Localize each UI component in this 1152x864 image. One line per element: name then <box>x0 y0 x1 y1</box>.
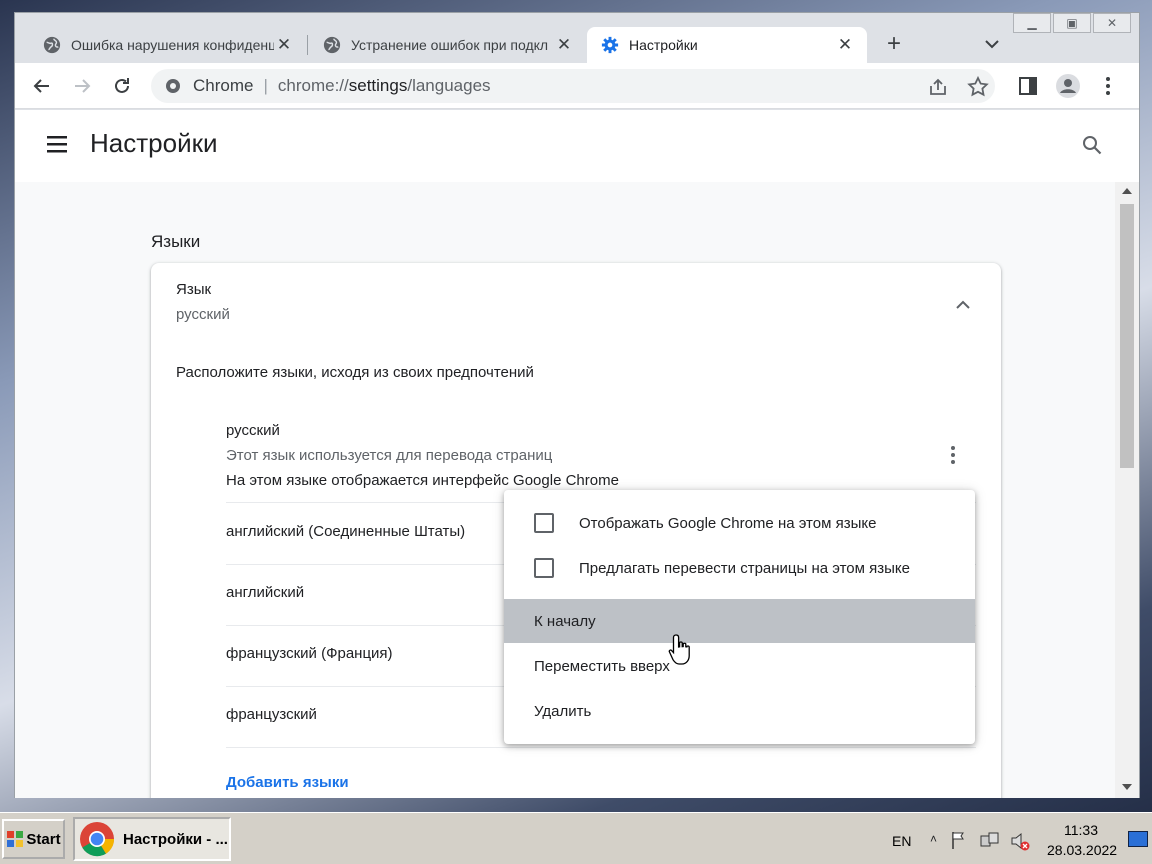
new-tab-button[interactable]: + <box>881 31 907 57</box>
profile-avatar-icon[interactable] <box>1055 73 1081 99</box>
flag-icon[interactable] <box>950 831 970 849</box>
checkbox[interactable] <box>534 513 554 533</box>
reorder-hint: Расположите языки, исходя из своих предп… <box>176 364 534 381</box>
tab-strip: Ошибка нарушения конфиденц ✕ Устранение … <box>15 13 1139 63</box>
language-name: английский (Соединенные Штаты) <box>226 523 466 540</box>
forward-arrow-icon[interactable] <box>69 73 95 99</box>
clock-time[interactable]: 11:33 <box>1064 822 1098 838</box>
more-menu-icon[interactable] <box>1095 73 1121 99</box>
maximize-button[interactable]: ▣ <box>1053 13 1091 33</box>
divider: | <box>263 76 268 95</box>
tab-title: Устранение ошибок при подкл <box>351 37 549 53</box>
bookmark-star-icon[interactable] <box>967 76 989 98</box>
scrollbar[interactable] <box>1115 182 1139 798</box>
scroll-up-arrow-icon[interactable] <box>1122 188 1132 194</box>
tab-privacy-error[interactable]: Ошибка нарушения конфиденц ✕ <box>29 27 306 63</box>
menu-checkbox-offer-translate[interactable]: Предлагать перевести страницы на этом яз… <box>504 546 975 590</box>
language-ui-note: На этом языке отображается интерфейс Goo… <box>226 472 619 489</box>
keyboard-language[interactable]: EN <box>892 833 911 849</box>
share-icon[interactable] <box>927 76 949 98</box>
page-title: Настройки <box>90 128 218 158</box>
menu-item-remove[interactable]: Удалить <box>504 689 975 733</box>
side-panel-icon[interactable] <box>1015 73 1041 99</box>
network-icon[interactable] <box>980 831 1002 851</box>
url-host: settings <box>348 76 408 95</box>
start-label: Start <box>26 830 61 848</box>
scheme-label: Chrome <box>193 76 254 95</box>
search-icon[interactable] <box>1081 134 1103 156</box>
scroll-thumb[interactable] <box>1120 204 1134 468</box>
globe-icon <box>43 36 61 54</box>
minimize-button[interactable]: ▁ <box>1013 13 1051 33</box>
clock-date[interactable]: 28.03.2022 <box>1047 842 1117 858</box>
volume-muted-icon[interactable] <box>1010 831 1032 851</box>
scroll-down-arrow-icon[interactable] <box>1122 784 1132 790</box>
checkbox[interactable] <box>534 558 554 578</box>
show-desktop-icon[interactable] <box>1128 831 1148 847</box>
section-title: Языки <box>151 232 201 251</box>
chrome-logo-icon <box>166 79 180 93</box>
window-controls: ▁ ▣ ✕ <box>1011 13 1131 33</box>
reload-icon[interactable] <box>109 73 135 99</box>
taskbar-window-label: Настройки - ... <box>123 830 228 848</box>
url-prefix: chrome:// <box>277 76 349 95</box>
tab-title: Ошибка нарушения конфиденц <box>71 37 274 53</box>
settings-header: Настройки <box>15 110 1139 182</box>
url-path: /languages <box>407 76 491 95</box>
menu-checkbox-display-ui[interactable]: Отображать Google Chrome на этом языке <box>504 501 975 545</box>
language-heading: Язык <box>176 281 212 298</box>
language-context-menu: Отображать Google Chrome на этом языке П… <box>504 490 975 744</box>
system-tray: EN ˄ 11:33 28.03.2022 <box>880 817 1150 861</box>
more-actions-icon[interactable] <box>941 443 965 467</box>
tab-separator <box>307 35 308 55</box>
menu-item-label: Отображать Google Chrome на этом языке <box>579 514 877 532</box>
address-bar[interactable]: Chrome | chrome://settings/languages <box>151 69 995 103</box>
close-tab-icon[interactable]: ✕ <box>554 35 574 55</box>
back-arrow-icon[interactable] <box>29 73 55 99</box>
language-name: русский <box>226 422 280 439</box>
add-languages-link[interactable]: Добавить языки <box>226 774 349 791</box>
menu-item-move-to-top[interactable]: К началу <box>504 599 975 643</box>
browser-toolbar: Chrome | chrome://settings/languages <box>15 63 1139 109</box>
menu-item-move-up[interactable]: Переместить вверх <box>504 644 975 688</box>
close-window-button[interactable]: ✕ <box>1093 13 1131 33</box>
close-tab-icon[interactable]: ✕ <box>835 35 855 55</box>
chrome-logo-icon <box>80 822 115 857</box>
start-button[interactable]: Start <box>2 819 65 859</box>
globe-icon <box>323 36 341 54</box>
language-name: английский <box>226 584 305 601</box>
windows-logo-icon <box>7 831 24 847</box>
tab-settings[interactable]: Настройки ✕ <box>587 27 867 63</box>
current-language: русский <box>176 306 230 323</box>
hamburger-menu-icon[interactable] <box>45 134 69 154</box>
close-tab-icon[interactable]: ✕ <box>274 35 294 55</box>
tray-expand-icon[interactable]: ˄ <box>930 832 937 846</box>
menu-item-label: Предлагать перевести страницы на этом яз… <box>579 559 910 577</box>
language-row: русский Этот язык используется для перев… <box>226 406 976 503</box>
hand-cursor-icon <box>668 634 690 665</box>
taskbar-chrome-window[interactable]: Настройки - ... <box>73 817 231 861</box>
language-name: французский <box>226 706 317 723</box>
tab-connection-errors[interactable]: Устранение ошибок при подкл ✕ <box>309 27 586 63</box>
os-taskbar: Start Настройки - ... EN ˄ 11:33 28.03.2… <box>0 812 1152 864</box>
gear-icon <box>601 36 619 54</box>
language-translate-note: Этот язык используется для перевода стра… <box>226 447 553 464</box>
language-name: французский (Франция) <box>226 645 393 662</box>
tab-title: Настройки <box>629 37 698 53</box>
chevron-down-icon[interactable] <box>981 33 1003 55</box>
chevron-up-icon[interactable] <box>951 293 975 317</box>
